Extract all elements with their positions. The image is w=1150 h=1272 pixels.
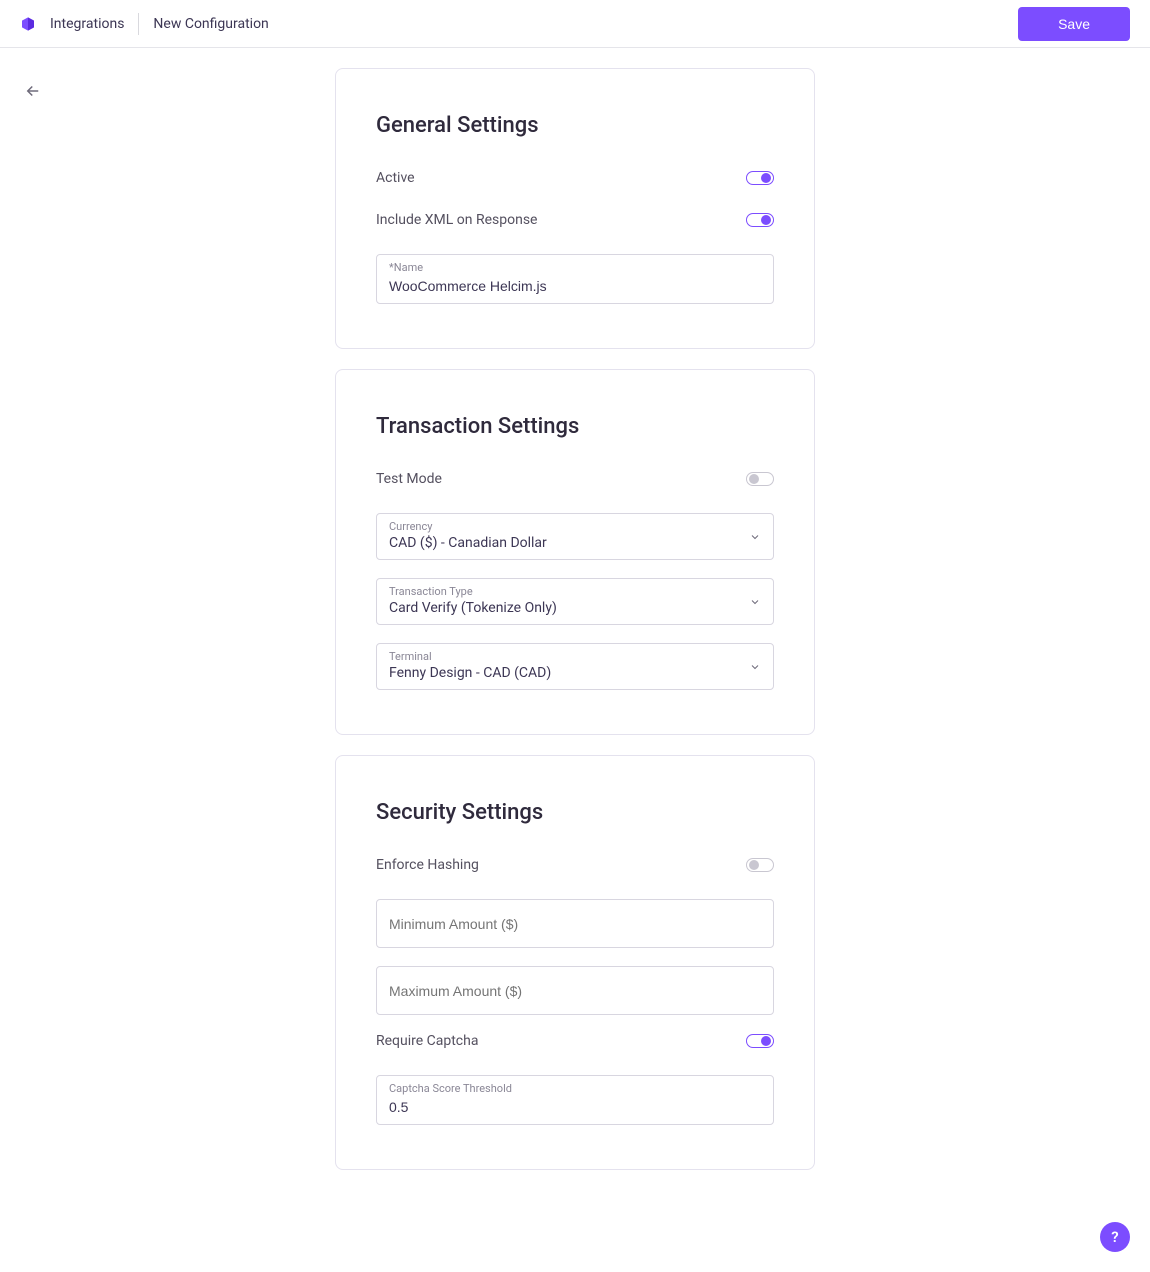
transaction-type-select[interactable]: Transaction Type Card Verify (Tokenize O… <box>376 578 774 625</box>
captcha-threshold-input[interactable] <box>389 1099 761 1115</box>
require-captcha-toggle[interactable] <box>746 1034 774 1048</box>
chevron-down-icon <box>749 531 761 543</box>
maximum-amount-field[interactable] <box>376 966 774 1015</box>
name-input[interactable] <box>389 278 761 294</box>
breadcrumb-integrations[interactable]: Integrations <box>50 16 124 32</box>
enforce-hashing-toggle[interactable] <box>746 858 774 872</box>
terminal-value: Fenny Design - CAD (CAD) <box>389 665 737 681</box>
help-button[interactable]: ? <box>1100 1222 1130 1252</box>
minimum-amount-input[interactable] <box>389 916 761 932</box>
test-mode-label: Test Mode <box>376 471 442 487</box>
header: Integrations New Configuration Save <box>0 0 1150 48</box>
security-settings-title: Security Settings <box>376 800 774 825</box>
transaction-settings-title: Transaction Settings <box>376 414 774 439</box>
transaction-type-value: Card Verify (Tokenize Only) <box>389 600 737 616</box>
active-row: Active <box>376 170 774 186</box>
currency-value: CAD ($) - Canadian Dollar <box>389 535 737 551</box>
breadcrumb-divider <box>138 13 139 35</box>
back-arrow[interactable] <box>24 82 42 104</box>
active-label: Active <box>376 170 415 186</box>
name-field-label: *Name <box>389 261 761 274</box>
test-mode-toggle[interactable] <box>746 472 774 486</box>
captcha-threshold-label: Captcha Score Threshold <box>389 1082 761 1095</box>
general-settings-card: General Settings Active Include XML on R… <box>335 68 815 349</box>
active-toggle[interactable] <box>746 171 774 185</box>
maximum-amount-input[interactable] <box>389 983 761 999</box>
captcha-threshold-field[interactable]: Captcha Score Threshold <box>376 1075 774 1125</box>
currency-select[interactable]: Currency CAD ($) - Canadian Dollar <box>376 513 774 560</box>
general-settings-title: General Settings <box>376 113 774 138</box>
require-captcha-label: Require Captcha <box>376 1033 478 1049</box>
minimum-amount-field[interactable] <box>376 899 774 948</box>
enforce-hashing-row: Enforce Hashing <box>376 857 774 873</box>
security-settings-card: Security Settings Enforce Hashing Requir… <box>335 755 815 1170</box>
breadcrumb-new-configuration: New Configuration <box>153 16 268 32</box>
currency-label: Currency <box>389 520 737 533</box>
chevron-down-icon <box>749 661 761 673</box>
test-mode-row: Test Mode <box>376 471 774 487</box>
content: General Settings Active Include XML on R… <box>0 48 1150 1170</box>
include-xml-row: Include XML on Response <box>376 212 774 228</box>
header-left: Integrations New Configuration <box>20 13 269 35</box>
include-xml-toggle[interactable] <box>746 213 774 227</box>
logo-icon <box>20 16 36 32</box>
chevron-down-icon <box>749 596 761 608</box>
transaction-type-label: Transaction Type <box>389 585 737 598</box>
enforce-hashing-label: Enforce Hashing <box>376 857 479 873</box>
save-button[interactable]: Save <box>1018 7 1130 41</box>
terminal-label: Terminal <box>389 650 737 663</box>
terminal-select[interactable]: Terminal Fenny Design - CAD (CAD) <box>376 643 774 690</box>
require-captcha-row: Require Captcha <box>376 1033 774 1049</box>
include-xml-label: Include XML on Response <box>376 212 538 228</box>
name-field[interactable]: *Name <box>376 254 774 304</box>
transaction-settings-card: Transaction Settings Test Mode Currency … <box>335 369 815 735</box>
